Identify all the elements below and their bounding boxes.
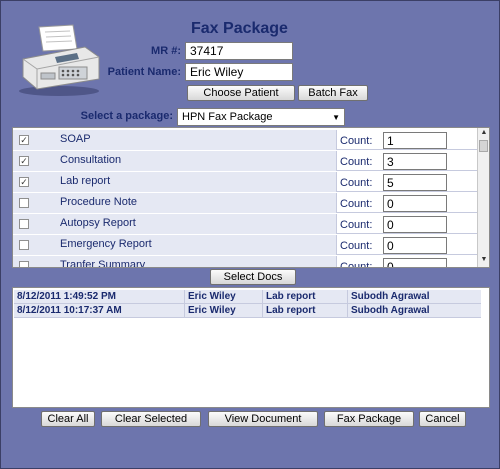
package-select-value: HPN Fax Package [182, 111, 273, 123]
doc-patient: Eric Wiley [188, 291, 236, 302]
count-label: Count: [340, 240, 373, 252]
scroll-up-icon[interactable]: ▲ [479, 129, 489, 139]
list-item: Procedure Note Count: 0 [13, 193, 479, 213]
list-item: Tranfer Summary Count: 0 [13, 256, 479, 268]
count-label: Count: [340, 135, 373, 147]
count-label: Count: [340, 198, 373, 210]
chevron-down-icon[interactable]: ▼ [332, 113, 340, 122]
package-select[interactable]: HPN Fax Package ▼ [177, 108, 345, 126]
mr-number-field[interactable]: 37417 [185, 42, 293, 60]
doc-patient: Eric Wiley [188, 305, 236, 316]
document-checkbox[interactable] [19, 240, 29, 250]
document-name: Autopsy Report [60, 217, 136, 229]
document-name: Lab report [60, 175, 111, 187]
doc-type: Lab report [266, 305, 316, 316]
table-row[interactable]: 8/12/2011 1:49:52 PM Eric Wiley Lab repo… [14, 290, 481, 304]
view-document-button[interactable]: View Document [208, 411, 318, 427]
doc-type: Lab report [266, 291, 316, 302]
fax-package-window: Fax Package MR #: 37417 Patient Name: Er… [0, 0, 500, 469]
list-item: ✓ Lab report Count: 5 [13, 172, 479, 192]
count-label: Count: [340, 156, 373, 168]
package-label: Select a package: [80, 110, 173, 122]
count-label: Count: [340, 177, 373, 189]
fax-package-button[interactable]: Fax Package [324, 411, 414, 427]
doc-datetime: 8/12/2011 10:17:37 AM [17, 305, 122, 316]
document-name: Procedure Note [60, 196, 138, 208]
select-docs-button[interactable]: Select Docs [210, 269, 296, 285]
count-field[interactable]: 0 [383, 195, 447, 212]
scrollbar-thumb[interactable] [479, 140, 488, 152]
table-row[interactable]: 8/12/2011 10:17:37 AM Eric Wiley Lab rep… [14, 304, 481, 318]
doc-author: Subodh Agrawal [351, 291, 430, 302]
doc-datetime: 8/12/2011 1:49:52 PM [17, 291, 116, 302]
document-checkbox[interactable] [19, 198, 29, 208]
patient-name-label: Patient Name: [107, 66, 181, 78]
count-field[interactable]: 0 [383, 237, 447, 254]
count-field[interactable]: 0 [383, 258, 447, 267]
count-field[interactable]: 0 [383, 216, 447, 233]
fax-machine-icon [19, 24, 100, 96]
selected-documents-grid: 8/12/2011 1:49:52 PM Eric Wiley Lab repo… [12, 287, 490, 408]
count-label: Count: [340, 261, 373, 268]
list-item: Emergency Report Count: 0 [13, 235, 479, 255]
patient-name-field[interactable]: Eric Wiley [185, 63, 293, 81]
document-name: SOAP [60, 133, 91, 145]
list-item: ✓ SOAP Count: 1 [13, 130, 479, 150]
count-label: Count: [340, 219, 373, 231]
list-item: Autopsy Report Count: 0 [13, 214, 479, 234]
scroll-down-icon[interactable]: ▼ [479, 256, 489, 266]
document-checkbox[interactable] [19, 219, 29, 229]
document-name: Consultation [60, 154, 122, 166]
list-item: ✓ Consultation Count: 3 [13, 151, 479, 171]
document-name: Emergency Report [60, 238, 152, 250]
count-field[interactable]: 3 [383, 153, 447, 170]
document-list-scrollbar[interactable]: ▲ ▼ [477, 128, 489, 267]
clear-selected-button[interactable]: Clear Selected [101, 411, 201, 427]
document-checkbox[interactable]: ✓ [19, 135, 29, 145]
choose-patient-button[interactable]: Choose Patient [187, 85, 295, 101]
document-checkbox[interactable]: ✓ [19, 156, 29, 166]
document-name: Tranfer Summary [60, 259, 146, 268]
count-field[interactable]: 5 [383, 174, 447, 191]
mr-label: MR #: [151, 45, 181, 57]
page-title: Fax Package [191, 20, 288, 37]
document-list: ✓ SOAP Count: 1 ✓ Consultation Count: 3 … [12, 127, 490, 268]
document-checkbox[interactable]: ✓ [19, 177, 29, 187]
batch-fax-button[interactable]: Batch Fax [298, 85, 368, 101]
cancel-button[interactable]: Cancel [419, 411, 466, 427]
document-checkbox[interactable] [19, 261, 29, 267]
clear-all-button[interactable]: Clear All [41, 411, 95, 427]
doc-author: Subodh Agrawal [351, 305, 430, 316]
count-field[interactable]: 1 [383, 132, 447, 149]
